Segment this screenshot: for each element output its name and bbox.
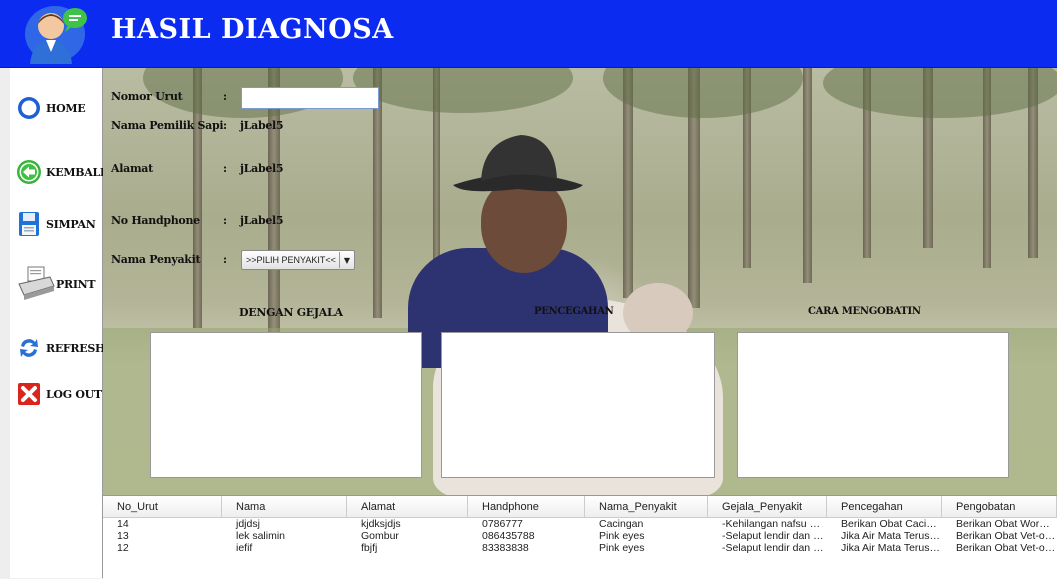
cara-mengobatin-textarea[interactable] xyxy=(737,332,1009,478)
nama-pemilik-value: jLabel5 xyxy=(240,119,284,132)
table-cell: Pink eyes xyxy=(599,530,645,542)
pencegahan-title: PENCEGAHAN xyxy=(534,306,614,317)
table-cell: Gombur xyxy=(361,530,399,542)
pencegahan-textarea[interactable] xyxy=(441,332,715,478)
diagnosis-table: No_Urut Nama Alamat Handphone Nama_Penya… xyxy=(103,495,1057,579)
nama-penyakit-colon: : xyxy=(223,253,228,266)
column-header[interactable]: No_Urut xyxy=(103,496,222,517)
table-cell: kjdksjdjs xyxy=(361,518,401,530)
nomor-urut-label: Nomor Urut xyxy=(111,90,183,103)
column-header[interactable]: Handphone xyxy=(468,496,585,517)
nomor-urut-colon: : xyxy=(223,90,228,103)
table-cell: -Selaput lendir dan katu... xyxy=(722,530,827,542)
table-cell: Jika Air Mata Terus men... xyxy=(841,530,942,542)
refresh-label: REFRESH xyxy=(46,341,106,355)
home-button[interactable]: HOME xyxy=(12,90,102,126)
alamat-value: jLabel5 xyxy=(240,162,284,175)
cara-mengobatin-title: CARA MENGOBATIN xyxy=(808,306,921,317)
table-cell: Berikan Obat Cacing Pa... xyxy=(841,518,942,530)
column-header[interactable]: Alamat xyxy=(347,496,468,517)
handphone-colon: : xyxy=(223,214,228,227)
table-row[interactable]: 13 lek salimin Gombur 086435788 Pink eye… xyxy=(103,530,1057,542)
nama-pemilik-label: Nama Pemilik Sapi xyxy=(111,119,224,132)
table-cell: 0786777 xyxy=(482,518,523,530)
penyakit-dropdown-value: >>PILIH PENYAKIT<< xyxy=(246,255,336,265)
table-cell: 086435788 xyxy=(482,530,535,542)
nama-penyakit-label: Nama Penyakit xyxy=(111,253,201,266)
sidebar: HOME KEMBALI SIMPAN PRINT REFRESH LOG OU… xyxy=(10,68,106,578)
table-cell: -Kehilangan nafsu maka... xyxy=(722,518,827,530)
gejala-textarea[interactable] xyxy=(150,332,422,478)
table-cell: Cacingan xyxy=(599,518,644,530)
save-button[interactable]: SIMPAN xyxy=(12,206,102,242)
gejala-title: DENGAN GEJALA xyxy=(239,306,343,319)
back-arrow-icon xyxy=(16,159,42,185)
main-panel: Nomor Urut : Nama Pemilik Sapi : jLabel5… xyxy=(103,68,1057,495)
table-cell: Berikan Obat Vet-oxyda xyxy=(956,530,1057,542)
column-header[interactable]: Nama xyxy=(222,496,347,517)
table-cell: iefif xyxy=(236,542,253,554)
column-header[interactable]: Gejala_Penyakit xyxy=(708,496,827,517)
table-cell: 13 xyxy=(117,530,129,542)
table-cell: jdjdsj xyxy=(236,518,260,530)
table-row[interactable]: 14 jdjdsj kjdksjdjs 0786777 Cacingan -Ke… xyxy=(103,518,1057,530)
header-bar: HASIL DIAGNOSA xyxy=(0,0,1057,68)
table-header: No_Urut Nama Alamat Handphone Nama_Penya… xyxy=(103,496,1057,518)
table-cell: fbjfj xyxy=(361,542,378,554)
back-button[interactable]: KEMBALI xyxy=(12,154,105,190)
table-cell: -Selaput lendir dan katu... xyxy=(722,542,827,554)
save-icon xyxy=(16,211,42,237)
table-cell: 12 xyxy=(117,542,129,554)
table-cell: Jika Air Mata Terus men... xyxy=(841,542,942,554)
table-cell: Pink eyes xyxy=(599,542,645,554)
home-icon xyxy=(16,95,42,121)
table-cell: Berikan Obat Vet-oxyda xyxy=(956,542,1057,554)
person-hat xyxy=(453,135,583,192)
refresh-icon xyxy=(16,335,42,361)
doctor-avatar-icon xyxy=(25,6,87,64)
page-title: HASIL DIAGNOSA xyxy=(111,14,394,45)
table-cell: 14 xyxy=(117,518,129,530)
alamat-label: Alamat xyxy=(111,162,153,175)
logout-button[interactable]: LOG OUT xyxy=(12,376,102,412)
column-header[interactable]: Pengobatan xyxy=(942,496,1057,517)
chevron-down-icon[interactable]: ▼ xyxy=(339,252,354,268)
table-cell: lek salimin xyxy=(236,530,286,542)
table-cell: 83383838 xyxy=(482,542,529,554)
table-cell: Berikan Obat Wormzol- xyxy=(956,518,1057,530)
column-header[interactable]: Pencegahan xyxy=(827,496,942,517)
alamat-colon: : xyxy=(223,162,228,175)
save-label: SIMPAN xyxy=(46,217,96,231)
print-label: PRINT xyxy=(56,277,96,291)
column-header[interactable]: Nama_Penyakit xyxy=(585,496,708,517)
nama-pemilik-colon: : xyxy=(223,119,228,132)
refresh-button[interactable]: REFRESH xyxy=(12,330,106,366)
print-button[interactable]: PRINT xyxy=(12,262,102,306)
back-label: KEMBALI xyxy=(46,165,105,179)
home-label: HOME xyxy=(46,101,86,115)
handphone-label: No Handphone xyxy=(111,214,200,227)
logout-icon xyxy=(16,381,42,407)
printer-icon xyxy=(16,264,56,304)
logout-label: LOG OUT xyxy=(46,387,102,401)
nomor-urut-input[interactable] xyxy=(241,87,379,109)
handphone-value: jLabel5 xyxy=(240,214,284,227)
table-row[interactable]: 12 iefif fbjfj 83383838 Pink eyes -Selap… xyxy=(103,542,1057,554)
penyakit-dropdown[interactable]: >>PILIH PENYAKIT<< ▼ xyxy=(241,250,355,270)
